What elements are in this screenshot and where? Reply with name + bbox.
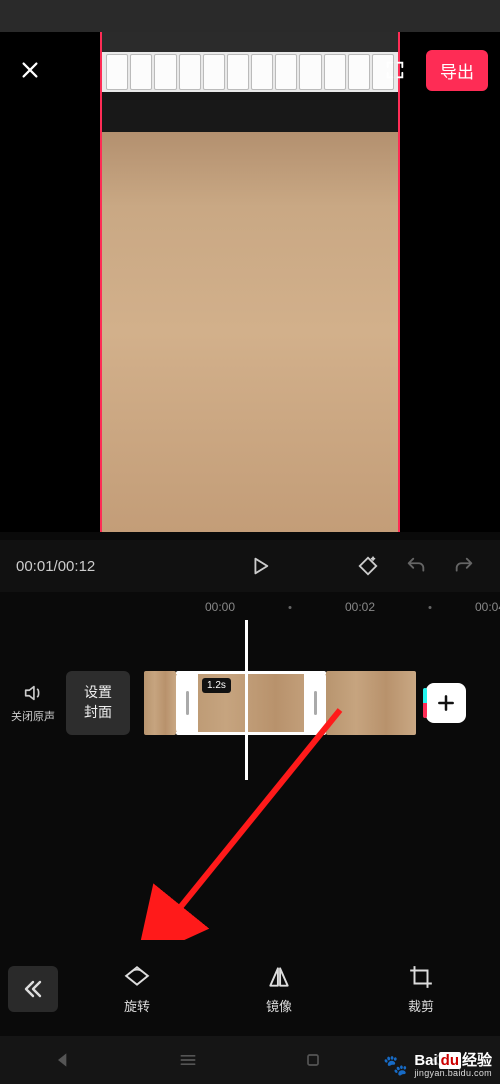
- chevrons-left-icon: [21, 977, 45, 1001]
- ruler-mark: 00:00: [205, 600, 235, 614]
- rotate-tool[interactable]: 旋转: [92, 964, 182, 1015]
- time-display: 00:01/00:12: [16, 558, 95, 575]
- watermark-brand: Baidu经验: [414, 1053, 492, 1069]
- fullscreen-icon: [384, 59, 406, 81]
- clip-segment[interactable]: [326, 671, 416, 735]
- trim-handle-left[interactable]: [176, 671, 198, 735]
- clip-track[interactable]: 1.2s: [144, 671, 500, 735]
- top-bar: 导出: [0, 42, 500, 98]
- status-bar: [0, 0, 500, 32]
- watermark: 🐾 Baidu经验 jingyan.baidu.com: [383, 1053, 492, 1078]
- nav-menu-icon[interactable]: [178, 1050, 198, 1070]
- clip-duration-badge: 1.2s: [202, 678, 231, 693]
- fullscreen-button[interactable]: [378, 53, 412, 87]
- ruler-dot: [429, 606, 432, 609]
- undo-icon: [405, 555, 427, 577]
- paw-icon: 🐾: [383, 1053, 408, 1078]
- back-button[interactable]: [8, 966, 58, 1012]
- crop-tool[interactable]: 裁剪: [376, 964, 466, 1015]
- nav-back-icon[interactable]: [53, 1050, 73, 1070]
- keyframe-icon: [357, 555, 379, 577]
- speaker-icon: [22, 682, 44, 704]
- cover-label-2: 封面: [84, 703, 112, 723]
- watermark-url: jingyan.baidu.com: [414, 1069, 492, 1078]
- ruler-dot: [289, 606, 292, 609]
- play-icon: [249, 555, 271, 577]
- mirror-icon: [266, 964, 292, 990]
- timeline: 关闭原声 设置 封面 1.2s: [0, 658, 500, 748]
- mirror-label: 镜像: [266, 996, 292, 1015]
- add-clip-button[interactable]: [426, 683, 466, 723]
- redo-button[interactable]: [444, 546, 484, 586]
- ruler-mark: 00:04: [475, 600, 500, 614]
- close-icon: [19, 59, 41, 81]
- video-preview[interactable]: [100, 32, 400, 532]
- playback-bar: 00:01/00:12: [0, 540, 500, 592]
- rotate-label: 旋转: [124, 996, 150, 1015]
- close-button[interactable]: [12, 52, 48, 88]
- mirror-tool[interactable]: 镜像: [234, 964, 324, 1015]
- export-button[interactable]: 导出: [426, 50, 488, 91]
- mute-original-button[interactable]: 关闭原声: [0, 682, 66, 724]
- mute-label: 关闭原声: [0, 708, 66, 724]
- redo-icon: [453, 555, 475, 577]
- selected-clip[interactable]: 1.2s: [176, 671, 326, 735]
- cover-label-1: 设置: [84, 683, 112, 703]
- bottom-toolbar: 旋转 镜像 裁剪: [0, 944, 500, 1034]
- nav-home-icon[interactable]: [303, 1050, 323, 1070]
- playhead[interactable]: [245, 620, 248, 780]
- clip-segment[interactable]: [144, 671, 176, 735]
- crop-label: 裁剪: [408, 996, 434, 1015]
- keyframe-button[interactable]: [348, 546, 388, 586]
- plus-icon: [436, 693, 456, 713]
- video-preview-area: [0, 32, 500, 532]
- crop-icon: [408, 964, 434, 990]
- ruler-mark: 00:02: [345, 600, 375, 614]
- trim-handle-right[interactable]: [304, 671, 326, 735]
- undo-button[interactable]: [396, 546, 436, 586]
- rotate-icon: [124, 964, 150, 990]
- play-button[interactable]: [240, 546, 280, 586]
- timeline-ruler[interactable]: 00:00 00:02 00:04: [0, 596, 500, 624]
- set-cover-button[interactable]: 设置 封面: [66, 671, 130, 735]
